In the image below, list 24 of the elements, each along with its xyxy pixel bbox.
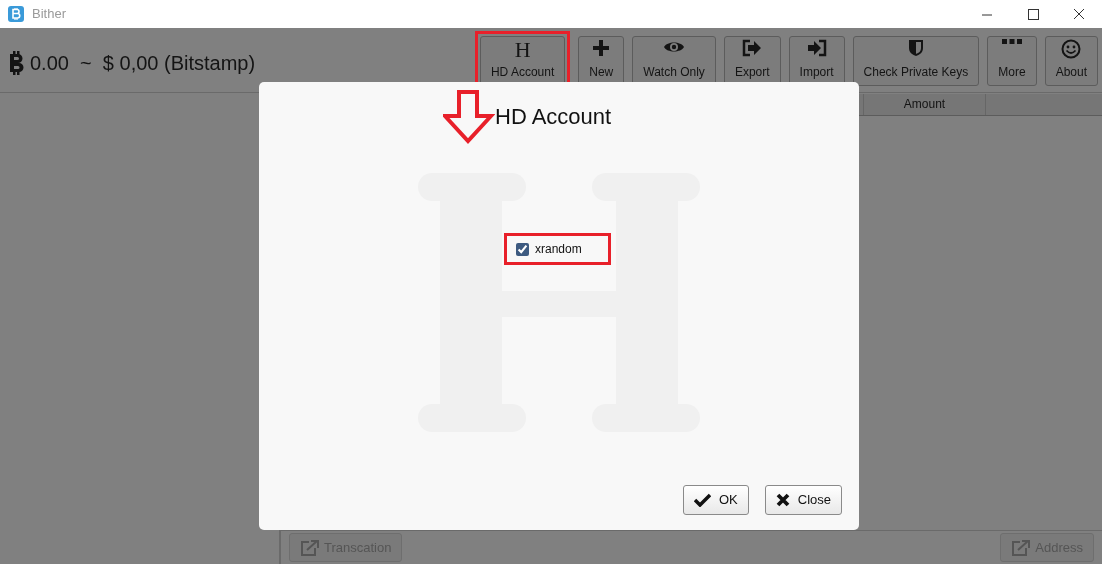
external-link-icon [300,538,320,557]
external-link-icon [1011,538,1032,557]
import-icon [806,39,827,57]
more-icon [1001,39,1022,45]
shield-icon [907,39,924,57]
close-icon [775,493,790,507]
toolbar-button[interactable]: More [987,36,1037,86]
checkbox-label: xrandom [535,241,582,258]
toolbar-button[interactable]: About [1044,36,1098,86]
xrandom-checkbox[interactable] [516,242,529,256]
window-title: Bither [32,5,66,24]
export-icon [742,39,763,57]
smiley-icon [1061,39,1082,59]
app-icon [8,6,24,22]
toolbar-button[interactable]: Check Private Keys [852,36,980,86]
check-icon [693,493,711,507]
plus-icon [592,39,611,57]
bitcoin-icon [8,50,26,76]
column-header: Amount [863,94,985,115]
dialog-button[interactable]: Close [764,485,842,515]
dialog-button[interactable]: OK [682,485,749,515]
balance-text: 0.00 ~ $ 0,00 (Bitstamp) [30,51,256,76]
dialog-title: HD Account [495,103,612,131]
letter-icon: H [514,39,531,61]
